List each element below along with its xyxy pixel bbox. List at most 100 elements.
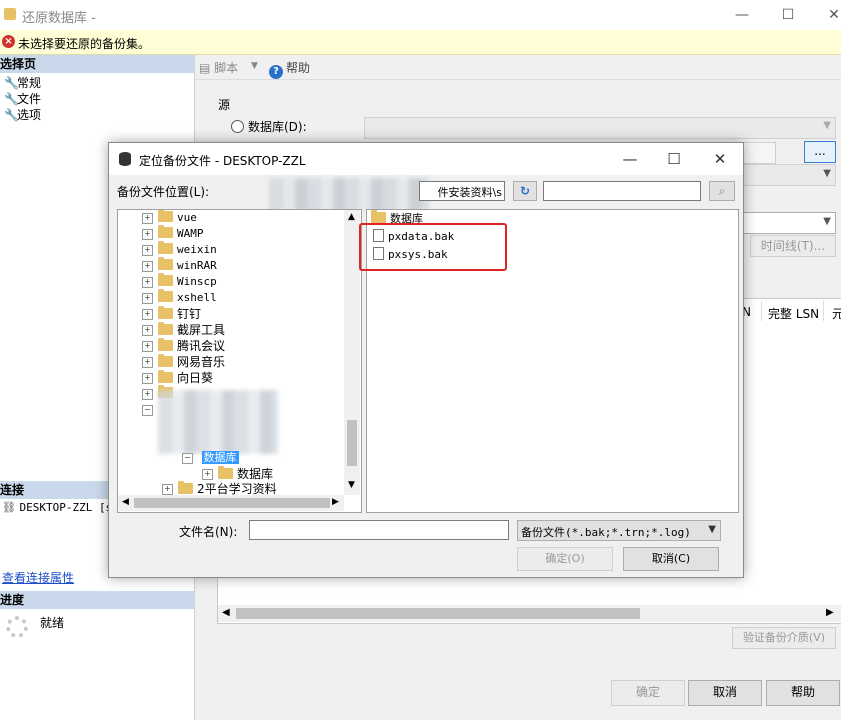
collapse-icon[interactable]: −: [142, 404, 153, 416]
expand-icon[interactable]: +: [142, 388, 153, 400]
restore-to-select[interactable]: ▼: [742, 212, 836, 234]
maximize-button[interactable]: ☐: [777, 4, 799, 26]
dialog-minimize-button[interactable]: —: [617, 148, 643, 170]
toolbar: ▤ 脚本 ▼ ? 帮助: [195, 55, 841, 80]
search-button[interactable]: ⌕: [709, 181, 735, 201]
dialog-titlebar: 定位备份文件 - DESKTOP-ZZL — ☐ ✕: [109, 143, 743, 175]
tree-node[interactable]: + weixin: [142, 241, 217, 258]
expand-icon[interactable]: +: [202, 469, 213, 480]
tree-node[interactable]: + 腾讯会议: [142, 338, 225, 354]
help-footer-button[interactable]: 帮助: [766, 680, 840, 706]
nav-item-options[interactable]: 🔧选项: [4, 106, 41, 123]
refresh-button[interactable]: ↻: [513, 181, 537, 201]
tree-node[interactable]: −: [142, 402, 158, 418]
folder-icon: [158, 257, 173, 270]
dialog-ok-button[interactable]: 确定(O): [517, 547, 613, 571]
expand-icon[interactable]: +: [142, 276, 153, 288]
column-header-full-lsn: 完整 LSN: [768, 307, 820, 321]
progress-header: 进度: [0, 591, 194, 609]
file-type-filter-select[interactable]: 备份文件(*.bak;*.trn;*.log) ▼: [517, 520, 721, 541]
nav-item-label: 文件: [17, 92, 42, 106]
help-button[interactable]: ? 帮助: [269, 59, 310, 79]
close-button[interactable]: ✕: [823, 4, 841, 26]
dialog-maximize-button[interactable]: ☐: [661, 148, 687, 170]
nav-item-label: 选项: [17, 108, 42, 122]
tree-node[interactable]: + vue: [142, 210, 197, 226]
wrench-icon: 🔧: [4, 108, 19, 122]
scrollbar-thumb[interactable]: [236, 608, 640, 619]
window-title: 还原数据库 -: [22, 11, 96, 26]
tree-node[interactable]: + xshell: [142, 289, 217, 306]
nav-item-general[interactable]: 🔧常规: [4, 74, 41, 91]
scroll-right-icon[interactable]: ▶: [826, 607, 834, 618]
tree-node[interactable]: + 钉钉: [142, 306, 201, 322]
chevron-down-icon: ▼: [823, 216, 831, 227]
scroll-right-icon[interactable]: ▶: [332, 497, 339, 507]
scrollbar-thumb[interactable]: [347, 420, 357, 466]
dialog-close-button[interactable]: ✕: [707, 148, 733, 170]
ok-button[interactable]: 确定: [611, 680, 685, 706]
target-database-select[interactable]: ▼: [742, 164, 836, 186]
cancel-button[interactable]: 取消: [688, 680, 762, 706]
folder-icon: [158, 322, 173, 335]
wrench-icon: 🔧: [4, 76, 19, 90]
database-radio[interactable]: [231, 120, 244, 133]
column-header-divider: [761, 301, 762, 321]
tree-node[interactable]: + WAMP: [142, 225, 204, 242]
dialog-cancel-button[interactable]: 取消(C): [623, 547, 719, 571]
tree-node[interactable]: + 数据库: [202, 466, 273, 482]
script-dropdown-icon[interactable]: ▼: [251, 61, 258, 71]
database-select[interactable]: ▼: [364, 117, 836, 139]
column-header-divider: [823, 301, 824, 321]
filename-input[interactable]: [249, 520, 509, 540]
expand-icon[interactable]: +: [142, 357, 153, 368]
expand-icon[interactable]: +: [162, 484, 173, 495]
folder-icon: [158, 210, 173, 222]
column-header-more: 元: [832, 307, 841, 321]
verify-backup-media-button[interactable]: 验证备份介质(V): [732, 627, 836, 649]
backup-location-path[interactable]: 件安装资料\s: [419, 181, 505, 201]
server-icon: ⛓: [2, 501, 16, 514]
minimize-button[interactable]: —: [731, 4, 753, 26]
expand-icon[interactable]: +: [142, 292, 153, 304]
scroll-down-icon[interactable]: ▼: [348, 480, 355, 490]
progress-status: 就绪: [40, 616, 65, 630]
tree-horizontal-scrollbar[interactable]: ◀ ▶: [118, 495, 344, 511]
script-button[interactable]: ▤ 脚本: [199, 59, 238, 76]
browse-button[interactable]: ...: [804, 141, 836, 163]
tree-node[interactable]: + 截屏工具: [142, 322, 225, 338]
tree-node[interactable]: + 向日葵: [142, 370, 213, 386]
expand-icon[interactable]: +: [142, 325, 153, 336]
chevron-down-icon: ▼: [823, 120, 831, 131]
grid-horizontal-scrollbar[interactable]: ◀ ▶: [218, 605, 841, 622]
expand-icon[interactable]: +: [142, 309, 153, 320]
progress-spinner-icon: [6, 616, 28, 638]
expand-icon[interactable]: +: [142, 212, 153, 224]
nav-item-files[interactable]: 🔧文件: [4, 90, 41, 107]
timeline-button[interactable]: 时间线(T)...: [750, 235, 836, 257]
tree-vertical-scrollbar[interactable]: ▲ ▼: [344, 210, 360, 495]
expand-icon[interactable]: +: [142, 244, 153, 256]
scroll-left-icon[interactable]: ◀: [122, 497, 129, 507]
tree-node[interactable]: + winRAR: [142, 257, 217, 274]
scrollbar-thumb[interactable]: [134, 498, 330, 508]
scroll-up-icon[interactable]: ▲: [348, 212, 355, 222]
highlight-annotation-box: [359, 223, 507, 271]
error-message-bar: × 未选择要还原的备份集。: [0, 30, 841, 55]
nav-item-label: 常规: [17, 76, 42, 90]
backup-location-label: 备份文件位置(L):: [117, 185, 210, 199]
expand-icon[interactable]: +: [142, 373, 153, 384]
scroll-left-icon[interactable]: ◀: [222, 607, 230, 618]
expand-icon[interactable]: +: [142, 260, 153, 272]
window-titlebar: 还原数据库 - — ☐ ✕: [0, 0, 841, 30]
expand-icon[interactable]: +: [142, 341, 153, 352]
expand-icon[interactable]: +: [142, 228, 153, 240]
search-input[interactable]: [543, 181, 701, 201]
collapse-icon[interactable]: −: [182, 452, 193, 464]
view-connection-properties-link[interactable]: 查看连接属性: [2, 569, 74, 586]
help-icon: ?: [269, 65, 283, 79]
chevron-down-icon: ▼: [823, 168, 831, 179]
tree-node-selected[interactable]: − 数据库: [182, 450, 239, 466]
tree-node[interactable]: + 网易音乐: [142, 354, 225, 370]
tree-node[interactable]: + Winscp: [142, 273, 217, 290]
